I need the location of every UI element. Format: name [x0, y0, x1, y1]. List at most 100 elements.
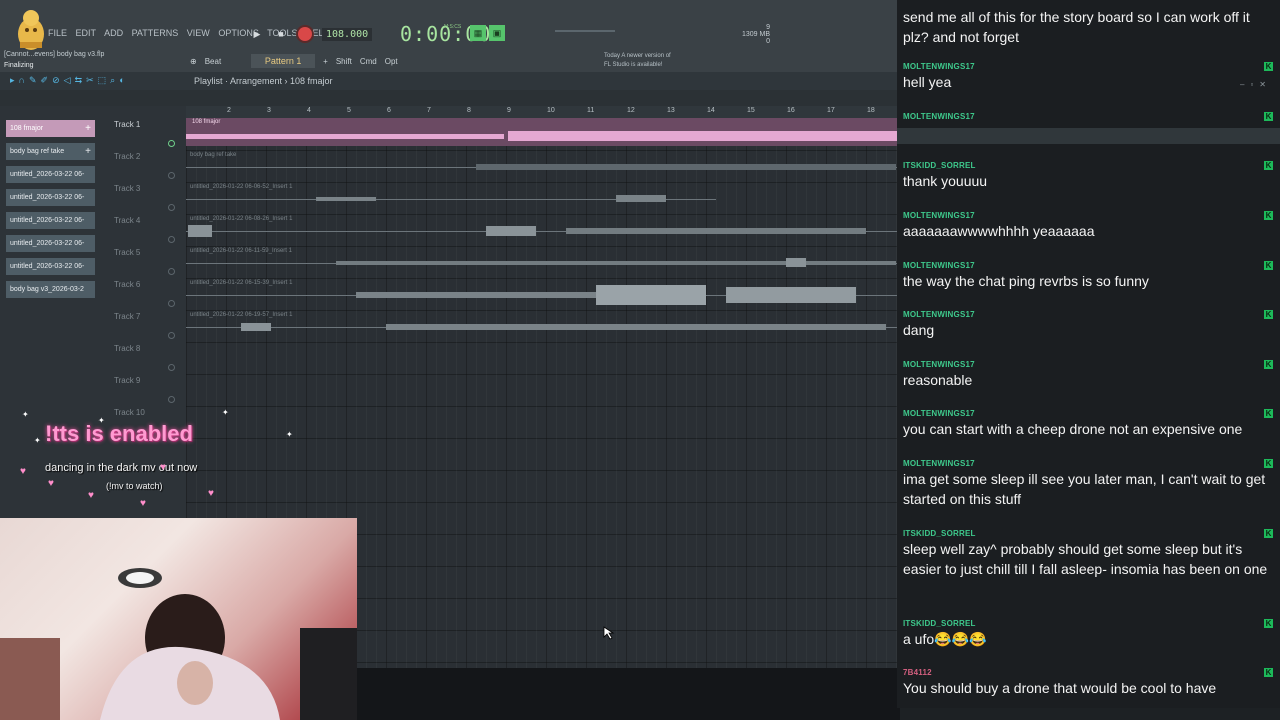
- pattern-mode-icon[interactable]: ▦: [470, 25, 486, 41]
- chat-text: thank youuuu: [903, 173, 988, 189]
- heart-icon: ♥: [88, 490, 94, 501]
- menu-add[interactable]: Add: [104, 28, 123, 38]
- picker-item[interactable]: untitled_2026-03-22 06-: [6, 189, 95, 206]
- playback-icon[interactable]: ◐: [119, 75, 124, 86]
- chat-message: ITSKIDD_SORREL sleep well zay^ probably …: [903, 529, 1273, 579]
- picker-item[interactable]: body bag v3_2026-03-2: [6, 281, 95, 298]
- menu-view[interactable]: View: [187, 28, 210, 38]
- chat-message: ITSKIDD_SORREL thank youuuu K: [903, 161, 1273, 191]
- chat-username[interactable]: MOLTENWINGS17: [903, 211, 1273, 220]
- track-mute-dot[interactable]: [168, 268, 175, 275]
- record-button[interactable]: [298, 27, 312, 41]
- paint-icon[interactable]: ✐: [41, 75, 49, 86]
- clip-waveform: [186, 323, 900, 331]
- track-label[interactable]: Track 2: [114, 152, 140, 161]
- track-label[interactable]: Track 7: [114, 312, 140, 321]
- track-mute-dot[interactable]: [168, 172, 175, 179]
- track-label[interactable]: Track 10: [114, 408, 145, 417]
- sparkle-icon: ✦: [98, 416, 105, 425]
- track-mute-dot[interactable]: [168, 204, 175, 211]
- track-mute-dot[interactable]: [168, 300, 175, 307]
- picker-item[interactable]: 108 fmajor +: [6, 120, 95, 137]
- menu-patterns[interactable]: Patterns: [132, 28, 179, 38]
- shift-button[interactable]: Shift: [336, 57, 352, 66]
- slip-icon[interactable]: ⇆: [75, 75, 83, 86]
- audio-clip[interactable]: untitled_2026-01-22 06-06-52_Insert 1: [186, 182, 716, 210]
- chat-username[interactable]: MOLTENWINGS17: [903, 310, 1273, 319]
- track-label[interactable]: Track 9: [114, 376, 140, 385]
- tempo-display[interactable]: 108.000: [322, 27, 373, 41]
- pattern-select[interactable]: Pattern 1: [251, 54, 316, 68]
- magnet-icon[interactable]: ∩: [19, 75, 25, 86]
- menu-edit[interactable]: Edit: [76, 28, 97, 38]
- track-headers: Track 1 Track 2 Track 3 Track 4 Track 5 …: [104, 118, 184, 518]
- zoom-icon[interactable]: ⌕: [110, 75, 115, 86]
- picker-item[interactable]: untitled_2026-03-22 06-: [6, 235, 95, 252]
- chat-username[interactable]: 7B4112: [903, 668, 1273, 677]
- chat-text: you can start with a cheep drone not an …: [903, 421, 1243, 437]
- chat-message: MOLTENWINGS17 dang K: [903, 310, 1273, 340]
- menu-file[interactable]: File: [48, 28, 67, 38]
- audio-clip[interactable]: 108 fmajor: [186, 118, 900, 146]
- track-label[interactable]: Track 3: [114, 184, 140, 193]
- chat-text: the way the chat ping revrbs is so funny: [903, 273, 1149, 289]
- audio-clip[interactable]: untitled_2026-01-22 06-08-26_Insert 1: [186, 214, 900, 242]
- playlist-tools: ▸ ∩ ✎ ✐ ⊘ ◁ ⇆ ✂ ⬚ ⌕ ◐: [10, 75, 125, 86]
- add-icon[interactable]: +: [85, 123, 91, 134]
- fl-studio-logo[interactable]: [14, 8, 48, 54]
- audio-clip[interactable]: untitled_2026-01-22 06-15-39_Insert 1: [186, 278, 900, 306]
- draw-icon[interactable]: ✎: [29, 75, 37, 86]
- picker-item[interactable]: untitled_2026-03-22 06-: [6, 258, 95, 275]
- chat-username[interactable]: ITSKIDD_SORREL: [903, 619, 1273, 628]
- update-notification[interactable]: Today A newer version of FL Studio is av…: [604, 52, 671, 70]
- picker-item[interactable]: untitled_2026-03-22 06-: [6, 166, 95, 183]
- mod-badge-icon: K: [1264, 310, 1273, 319]
- select-icon[interactable]: ⬚: [98, 75, 107, 86]
- clip-waveform: [186, 195, 716, 202]
- cmd-button[interactable]: Cmd: [360, 57, 377, 66]
- track-label[interactable]: Track 6: [114, 280, 140, 289]
- menu-arrow-icon[interactable]: ▸: [10, 75, 15, 86]
- audio-clip[interactable]: body bag ref take: [186, 150, 900, 178]
- chat-username[interactable]: ITSKIDD_SORREL: [903, 161, 1273, 170]
- track-label[interactable]: Track 5: [114, 248, 140, 257]
- heart-icon: ♥: [140, 498, 146, 509]
- chat-username[interactable]: MOLTENWINGS17: [903, 261, 1273, 270]
- snap-icon[interactable]: ⊕: [190, 57, 197, 66]
- chat-message: send me all of this for the story board …: [903, 6, 1273, 47]
- clip-waveform: [186, 285, 900, 305]
- chat-text: ima get some sleep ill see you later man…: [903, 471, 1266, 507]
- ruler-number: 8: [467, 107, 471, 114]
- add-icon[interactable]: +: [85, 146, 91, 157]
- track-mute-dot[interactable]: [168, 140, 175, 147]
- master-volume-slider[interactable]: [555, 30, 615, 32]
- track-mute-dot[interactable]: [168, 332, 175, 339]
- mod-badge-icon: K: [1264, 112, 1273, 121]
- add-pattern-icon[interactable]: +: [323, 57, 328, 66]
- song-mode-icon[interactable]: ▣: [489, 25, 505, 41]
- play-icon[interactable]: ▶: [250, 27, 264, 41]
- track-mute-dot[interactable]: [168, 236, 175, 243]
- picker-item[interactable]: untitled_2026-03-22 06-: [6, 212, 95, 229]
- chat-username[interactable]: MOLTENWINGS17: [903, 62, 1273, 71]
- picker-item[interactable]: body bag ref take +: [6, 143, 95, 160]
- snap-select[interactable]: Beat: [205, 57, 221, 66]
- delete-icon[interactable]: ⊘: [52, 75, 60, 86]
- audio-clip[interactable]: untitled_2026-01-22 06-11-59_Insert 1: [186, 246, 900, 274]
- track-mute-dot[interactable]: [168, 396, 175, 403]
- slice-icon[interactable]: ✂: [86, 75, 94, 86]
- memory-value: 1309 MB: [741, 31, 770, 38]
- chat-username[interactable]: MOLTENWINGS17: [903, 112, 1273, 121]
- chat-username[interactable]: ITSKIDD_SORREL: [903, 529, 1273, 538]
- chat-username[interactable]: MOLTENWINGS17: [903, 409, 1273, 418]
- mute-icon[interactable]: ◁: [64, 75, 71, 86]
- stop-icon[interactable]: ■: [274, 27, 288, 41]
- track-label[interactable]: Track 1: [114, 120, 140, 129]
- chat-username[interactable]: MOLTENWINGS17: [903, 360, 1273, 369]
- track-label[interactable]: Track 4: [114, 216, 140, 225]
- track-label[interactable]: Track 8: [114, 344, 140, 353]
- audio-clip[interactable]: untitled_2026-01-22 06-19-57_Insert 1: [186, 310, 900, 338]
- opt-button[interactable]: Opt: [385, 57, 398, 66]
- track-mute-dot[interactable]: [168, 364, 175, 371]
- chat-username[interactable]: MOLTENWINGS17: [903, 459, 1273, 468]
